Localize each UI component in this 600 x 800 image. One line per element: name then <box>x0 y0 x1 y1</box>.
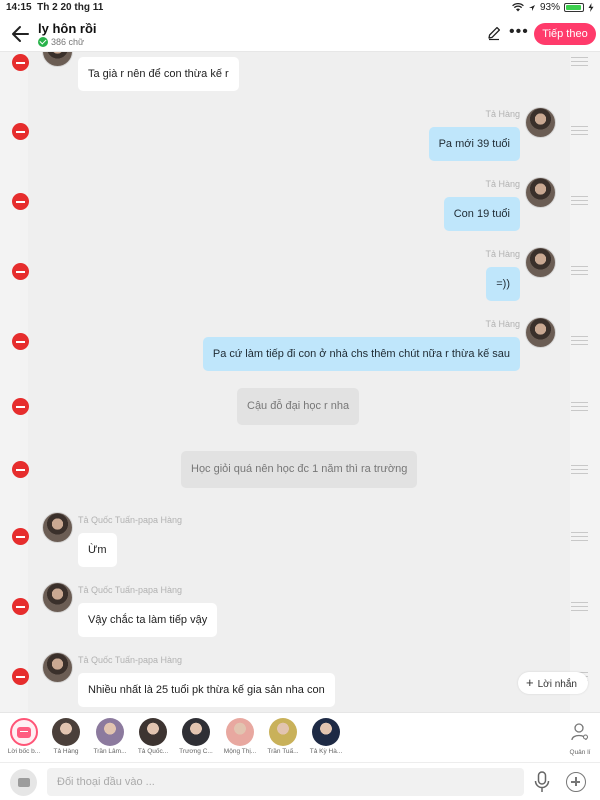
battery-icon <box>564 3 584 12</box>
character-narrator[interactable]: Lời bốc b... <box>2 718 46 755</box>
message-bubble[interactable]: Vậy chắc ta làm tiếp vậy <box>78 603 218 637</box>
story-title: ly hôn rồi <box>38 21 97 36</box>
character-avatar <box>226 718 254 746</box>
character-avatar <box>182 718 210 746</box>
character-label: Lời bốc b... <box>7 748 41 755</box>
message-bubble[interactable]: Pa mới 39 tuổi <box>428 127 520 161</box>
chat-area[interactable]: Ta già r nên để con thừa kế r Tả Hàng Pa… <box>0 52 600 712</box>
message-bubble[interactable]: Con 19 tuổi <box>443 197 520 231</box>
manage-label: Quản lí <box>569 749 591 756</box>
status-time: 14:15 <box>6 2 32 13</box>
sender-name: Tả Quốc Tuấn-papa Hàng <box>78 585 183 595</box>
manage-button[interactable]: Quản lí <box>563 722 597 756</box>
delete-icon[interactable] <box>12 54 29 71</box>
character-avatar <box>139 718 167 746</box>
narration-bubble[interactable]: Học giỏi quá nên học đc 1 năm thì ra trư… <box>181 451 418 488</box>
delete-icon[interactable] <box>12 668 29 685</box>
back-arrow-icon[interactable] <box>10 22 32 46</box>
delete-icon[interactable] <box>12 528 29 545</box>
delete-icon[interactable] <box>12 193 29 210</box>
message-bubble[interactable]: Pa cứ làm tiếp đi con ở nhà chs thêm chú… <box>202 337 520 371</box>
delete-icon[interactable] <box>12 461 29 478</box>
character-label: Trần Tuấ... <box>267 748 299 755</box>
edit-pencil-icon[interactable] <box>486 25 502 41</box>
avatar <box>42 652 73 683</box>
location-icon <box>528 4 535 11</box>
narration-bubble[interactable]: Cậu đỗ đại học r nha <box>237 388 360 425</box>
avatar <box>525 177 556 208</box>
drag-handle-icon[interactable] <box>571 126 588 135</box>
character-label: Tả Quốc... <box>137 748 169 755</box>
status-right: 93% <box>512 2 594 13</box>
drag-handle-icon[interactable] <box>571 465 588 474</box>
sender-name: Tả Hàng <box>485 179 520 189</box>
character-strip: Lời bốc b... Tả Hàng Trần Lâm... Tả Quốc… <box>0 712 600 762</box>
drag-handle-icon[interactable] <box>571 266 588 275</box>
word-count: 386 chữ <box>38 37 84 47</box>
character-label: Trương C... <box>179 748 213 755</box>
narration-toggle-icon[interactable] <box>10 769 37 796</box>
character-label: Trần Lâm... <box>93 748 127 755</box>
message-bubble[interactable]: Ta già r nên để con thừa kế r <box>78 57 239 91</box>
check-icon <box>38 37 48 47</box>
character-avatar <box>269 718 297 746</box>
character-item[interactable]: Trương C... <box>174 718 218 755</box>
sender-name: Tả Hàng <box>485 319 520 329</box>
charging-icon <box>588 3 594 12</box>
character-label: Tả Hàng <box>53 748 79 755</box>
sender-name: Tả Quốc Tuấn-papa Hàng <box>78 515 183 525</box>
status-time-date: 14:15 Th 2 20 thg 11 <box>6 2 103 13</box>
avatar <box>42 512 73 543</box>
narrator-icon <box>10 718 38 746</box>
character-item[interactable]: Tả Hàng <box>44 718 88 755</box>
next-button[interactable]: Tiếp theo <box>534 23 596 45</box>
status-bar: 14:15 Th 2 20 thg 11 93% <box>0 0 600 16</box>
microphone-icon[interactable] <box>533 771 551 793</box>
delete-icon[interactable] <box>12 398 29 415</box>
character-avatar <box>52 718 80 746</box>
drag-handle-icon[interactable] <box>571 602 588 611</box>
add-icon[interactable] <box>566 772 586 792</box>
avatar <box>525 247 556 278</box>
user-settings-icon <box>571 723 589 741</box>
plus-icon: + <box>526 675 534 690</box>
chat-header: ly hôn rồi 386 chữ ••• Tiếp theo <box>0 16 600 52</box>
dialogue-input[interactable] <box>47 768 524 796</box>
drag-handle-icon[interactable] <box>571 532 588 541</box>
character-avatar <box>96 718 124 746</box>
character-label: Mộng Thị... <box>223 748 257 755</box>
sender-name: Tả Quốc Tuấn-papa Hàng <box>78 655 183 665</box>
character-item[interactable]: Tả Quốc... <box>131 718 175 755</box>
more-options-icon[interactable]: ••• <box>509 23 529 41</box>
status-date: Th 2 20 thg 11 <box>37 2 104 13</box>
sender-name: Tả Hàng <box>485 109 520 119</box>
drag-handle-icon[interactable] <box>571 196 588 205</box>
delete-icon[interactable] <box>12 598 29 615</box>
delete-icon[interactable] <box>12 263 29 280</box>
delete-icon[interactable] <box>12 123 29 140</box>
drag-handle-icon[interactable] <box>571 336 588 345</box>
avatar <box>525 107 556 138</box>
drag-handle-icon[interactable] <box>571 57 588 66</box>
message-bubble[interactable]: Nhiều nhất là 25 tuổi pk thừa kế gia sản… <box>78 673 335 707</box>
character-label: Tả Kỳ Hà... <box>309 748 343 755</box>
drag-handle-icon[interactable] <box>571 402 588 411</box>
character-item[interactable]: Mộng Thị... <box>218 718 262 755</box>
avatar <box>525 317 556 348</box>
wifi-icon <box>512 3 524 12</box>
word-count-text: 386 chữ <box>51 37 85 47</box>
character-item[interactable]: Trần Tuấ... <box>261 718 305 755</box>
avatar <box>42 582 73 613</box>
add-message-label: Lời nhắn <box>537 679 577 690</box>
character-item[interactable]: Trần Lâm... <box>88 718 132 755</box>
character-avatar <box>312 718 340 746</box>
input-bar <box>0 762 600 800</box>
character-item[interactable]: Tả Kỳ Hà... <box>304 718 348 755</box>
delete-icon[interactable] <box>12 333 29 350</box>
message-bubble[interactable]: =)) <box>486 267 520 301</box>
message-bubble[interactable]: Ừm <box>78 533 117 567</box>
battery-percent: 93% <box>539 2 560 13</box>
sender-name: Tả Hàng <box>485 249 520 259</box>
add-message-button[interactable]: + Lời nhắn <box>518 672 588 694</box>
